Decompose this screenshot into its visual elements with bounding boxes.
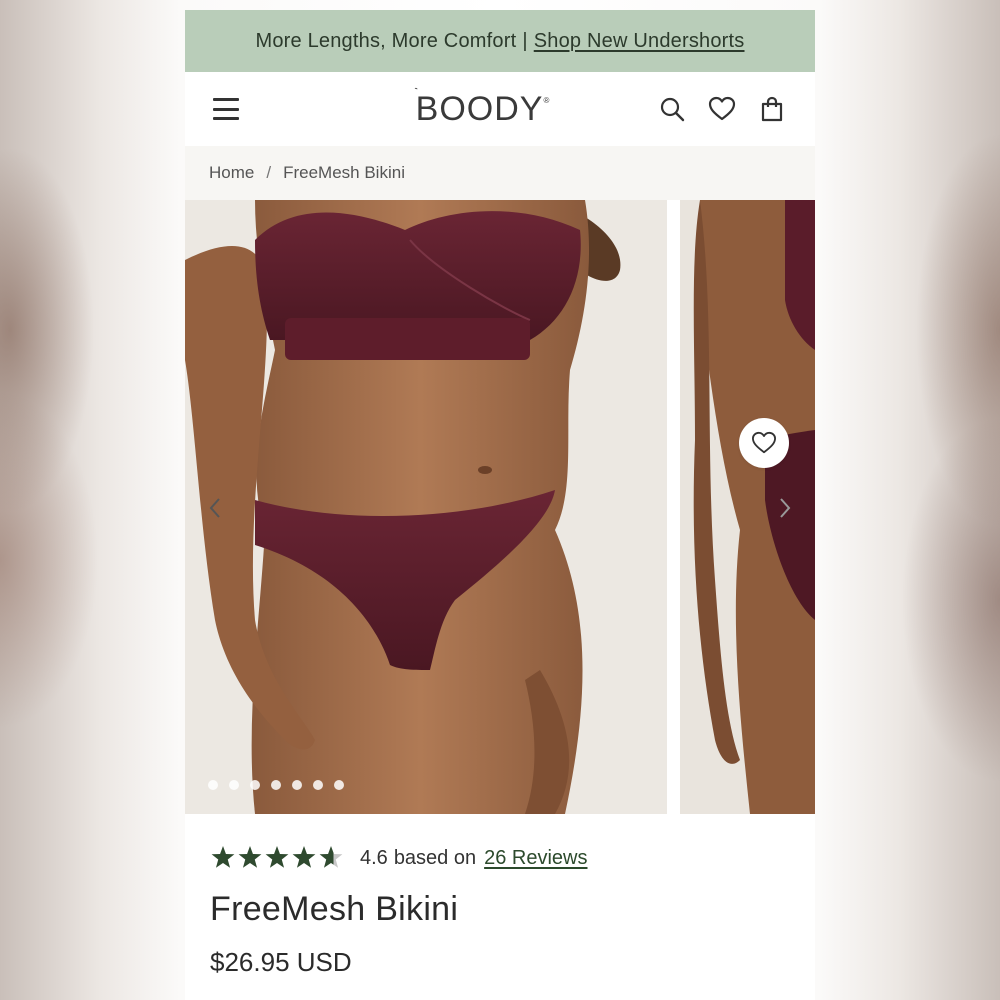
menu-icon[interactable] bbox=[213, 98, 239, 120]
star-icon bbox=[238, 846, 262, 868]
breadcrumb: Home / FreeMesh Bikini bbox=[185, 146, 815, 200]
rating-based-on: based on bbox=[393, 846, 477, 869]
breadcrumb-home[interactable]: Home bbox=[209, 163, 254, 183]
announcement-link[interactable]: Shop New Undershorts bbox=[534, 30, 745, 53]
star-icon bbox=[319, 846, 343, 868]
rating-value: 4.6 bbox=[360, 846, 388, 869]
shopping-bag-icon[interactable] bbox=[757, 94, 787, 124]
product-title: FreeMesh Bikini bbox=[210, 890, 459, 928]
product-rating: 4.6 based on 26 Reviews bbox=[185, 814, 815, 874]
product-price: $26.95 USD bbox=[210, 947, 352, 977]
star-icon bbox=[211, 846, 235, 868]
gallery-pagination-dots bbox=[208, 780, 344, 790]
background-blur-left bbox=[0, 0, 185, 1000]
rating-summary: 4.6 based on bbox=[360, 847, 476, 870]
gallery-dot[interactable] bbox=[229, 780, 239, 790]
gallery-dot[interactable] bbox=[208, 780, 218, 790]
gallery-dot[interactable] bbox=[292, 780, 302, 790]
star-icon bbox=[292, 846, 316, 868]
site-header: ˋ BOODY® bbox=[185, 72, 815, 146]
heart-outline-icon bbox=[752, 431, 776, 454]
announcement-text: More Lengths, More Comfort bbox=[255, 29, 517, 52]
rating-stars bbox=[210, 845, 346, 871]
search-icon[interactable] bbox=[657, 94, 687, 124]
gallery-prev-arrow[interactable] bbox=[205, 496, 225, 520]
wishlist-heart-icon[interactable] bbox=[707, 94, 737, 124]
breadcrumb-separator: / bbox=[266, 163, 272, 182]
gallery-dot-active[interactable] bbox=[271, 780, 281, 790]
announcement-bar: More Lengths, More Comfort | Shop New Un… bbox=[185, 10, 815, 72]
gallery-dot[interactable] bbox=[250, 780, 260, 790]
add-to-wishlist-button[interactable] bbox=[739, 418, 789, 468]
announcement-separator: | bbox=[522, 29, 528, 52]
gallery-next-arrow[interactable] bbox=[775, 496, 795, 520]
logo-text: BOODY bbox=[415, 89, 544, 128]
product-gallery bbox=[185, 200, 815, 814]
brand-logo[interactable]: ˋ BOODY® bbox=[412, 83, 551, 129]
star-icon bbox=[265, 846, 289, 868]
product-image-main[interactable] bbox=[185, 200, 667, 814]
breadcrumb-current: FreeMesh Bikini bbox=[283, 163, 405, 182]
header-icons bbox=[657, 94, 787, 124]
mobile-page: More Lengths, More Comfort | Shop New Un… bbox=[185, 10, 815, 1000]
background-blur-right bbox=[815, 0, 1000, 1000]
gallery-dot[interactable] bbox=[334, 780, 344, 790]
reviews-link[interactable]: 26 Reviews bbox=[484, 847, 587, 870]
gallery-dot[interactable] bbox=[313, 780, 323, 790]
